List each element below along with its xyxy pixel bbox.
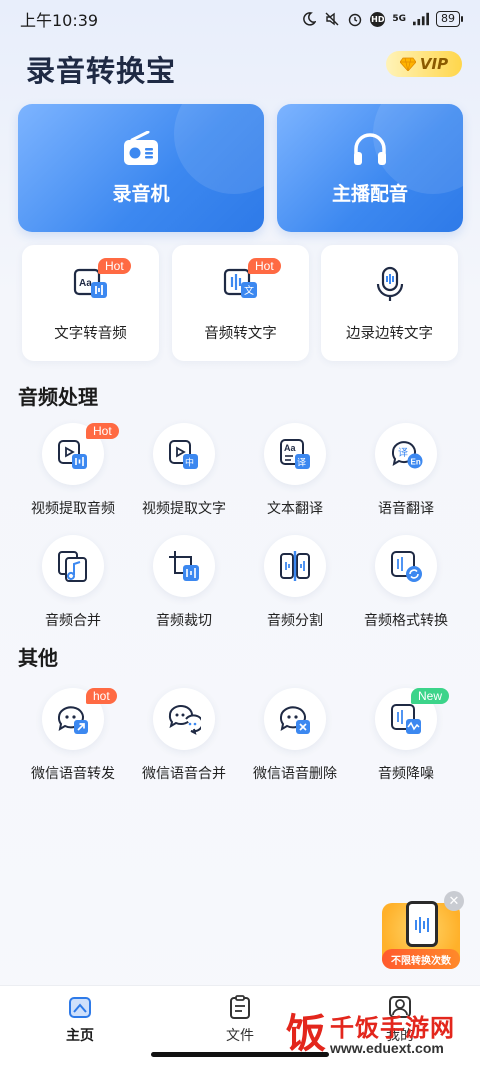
network-type: 5G: [392, 14, 406, 24]
tab-home-label: 主页: [66, 1028, 94, 1044]
text-translate-item[interactable]: Aa 译 文本翻译: [235, 423, 355, 518]
status-bar: 上午10:39 HD 5G 89: [0, 0, 480, 38]
audio-trim-item[interactable]: 音频裁切: [124, 535, 244, 630]
text-to-audio-card[interactable]: Aa Hot 文字转音频: [22, 245, 159, 361]
headphones-icon: [354, 132, 386, 165]
vip-label: VIP: [419, 55, 449, 73]
vip-button[interactable]: VIP: [386, 51, 462, 77]
close-icon[interactable]: ✕: [444, 891, 464, 911]
radio-icon: [124, 130, 158, 165]
hot-badge: Hot: [98, 258, 131, 274]
recorder-label: 录音机: [112, 182, 170, 205]
voice-translate-icon: 译 En: [375, 423, 437, 485]
app-title: 录音转换宝: [26, 54, 177, 88]
alarm-icon: [347, 11, 363, 27]
audio-denoise-label: 音频降噪: [378, 766, 434, 782]
hd-icon: HD: [370, 11, 386, 27]
video-extract-audio-item[interactable]: Hot 视频提取音频: [13, 423, 133, 518]
video-extract-audio-icon: Hot: [42, 423, 119, 485]
svg-text:Aa: Aa: [79, 278, 92, 289]
signal-icon: [413, 11, 429, 27]
svg-text:译: 译: [297, 458, 306, 469]
video-extract-text-icon: 中: [153, 423, 215, 485]
voice-translate-label: 语音翻译: [378, 501, 434, 517]
audio-format-convert-icon: [375, 535, 437, 597]
mute-icon: [324, 11, 340, 27]
clipboard-icon: [230, 995, 250, 1019]
video-extract-text-item[interactable]: 中 视频提取文字: [124, 423, 244, 518]
audio-trim-icon: [153, 535, 215, 597]
hot-badge: hot: [86, 688, 117, 704]
audio-merge-label: 音频合并: [45, 613, 101, 629]
promo-label: 不限转换次数: [382, 949, 460, 969]
audio-split-label: 音频分割: [267, 613, 323, 629]
microphone-icon: [370, 264, 410, 304]
home-icon: [69, 997, 91, 1018]
wechat-voice-delete-item[interactable]: 微信语音删除: [235, 688, 355, 783]
audio-merge-icon: [42, 535, 104, 597]
text-translate-label: 文本翻译: [267, 501, 323, 517]
voice-translate-item[interactable]: 译 En 语音翻译: [346, 423, 466, 518]
live-transcribe-card[interactable]: 边录边转文字: [321, 245, 458, 361]
watermark-title: 千饭手游网: [330, 1014, 455, 1042]
recorder-card[interactable]: 录音机: [18, 104, 264, 232]
wechat-voice-merge-label: 微信语音合并: [142, 766, 226, 782]
status-time: 上午10:39: [20, 11, 99, 30]
phone-icon: [406, 901, 438, 947]
section-title-other: 其他: [18, 646, 58, 670]
text-translate-icon: Aa 译: [264, 423, 326, 485]
audio-to-text-card[interactable]: 文 Hot 音频转文字: [172, 245, 309, 361]
wechat-voice-forward-label: 微信语音转发: [31, 766, 115, 782]
hot-badge: Hot: [248, 258, 281, 274]
wechat-voice-merge-icon: [153, 688, 215, 750]
battery-level: 89: [436, 11, 463, 27]
dubbing-card[interactable]: 主播配音: [277, 104, 463, 232]
wechat-voice-merge-item[interactable]: 微信语音合并: [124, 688, 244, 783]
new-badge: New: [411, 688, 450, 704]
moon-icon: [301, 11, 317, 27]
tab-files[interactable]: 文件: [200, 994, 280, 1045]
svg-text:中: 中: [185, 457, 194, 469]
watermark-url: www.eduext.com: [330, 1040, 444, 1056]
svg-text:译: 译: [398, 447, 408, 459]
audio-format-convert-label: 音频格式转换: [364, 613, 448, 629]
video-extract-audio-label: 视频提取音频: [31, 501, 115, 517]
audio-format-convert-item[interactable]: 音频格式转换: [346, 535, 466, 630]
audio-split-icon: [264, 535, 326, 597]
text-to-audio-label: 文字转音频: [54, 325, 127, 342]
audio-merge-item[interactable]: 音频合并: [13, 535, 133, 630]
hot-badge: Hot: [86, 423, 119, 439]
svg-text:文: 文: [244, 284, 254, 297]
audio-to-text-label: 音频转文字: [204, 325, 277, 342]
audio-denoise-icon: New: [375, 688, 450, 750]
watermark-logo: 饭: [286, 1011, 326, 1057]
svg-text:En: En: [411, 458, 421, 467]
video-extract-text-label: 视频提取文字: [142, 501, 226, 517]
wechat-voice-forward-icon: hot: [42, 688, 117, 750]
wechat-voice-forward-item[interactable]: hot 微信语音转发: [13, 688, 133, 783]
dubbing-label: 主播配音: [331, 182, 408, 205]
tab-files-label: 文件: [226, 1028, 254, 1044]
audio-split-item[interactable]: 音频分割: [235, 535, 355, 630]
audio-trim-label: 音频裁切: [156, 613, 212, 629]
home-indicator[interactable]: [151, 1052, 329, 1057]
wechat-voice-delete-label: 微信语音删除: [253, 766, 337, 782]
section-title-audio: 音频处理: [18, 385, 98, 409]
diamond-icon: [399, 57, 416, 71]
live-transcribe-label: 边录边转文字: [346, 325, 433, 342]
svg-text:Aa: Aa: [284, 443, 296, 453]
status-icons: HD 5G 89: [301, 11, 463, 27]
audio-denoise-item[interactable]: New 音频降噪: [346, 688, 466, 783]
tab-home[interactable]: 主页: [40, 994, 120, 1045]
promo-float-button[interactable]: 不限转换次数 ✕: [382, 891, 464, 973]
wechat-voice-delete-icon: [264, 688, 326, 750]
